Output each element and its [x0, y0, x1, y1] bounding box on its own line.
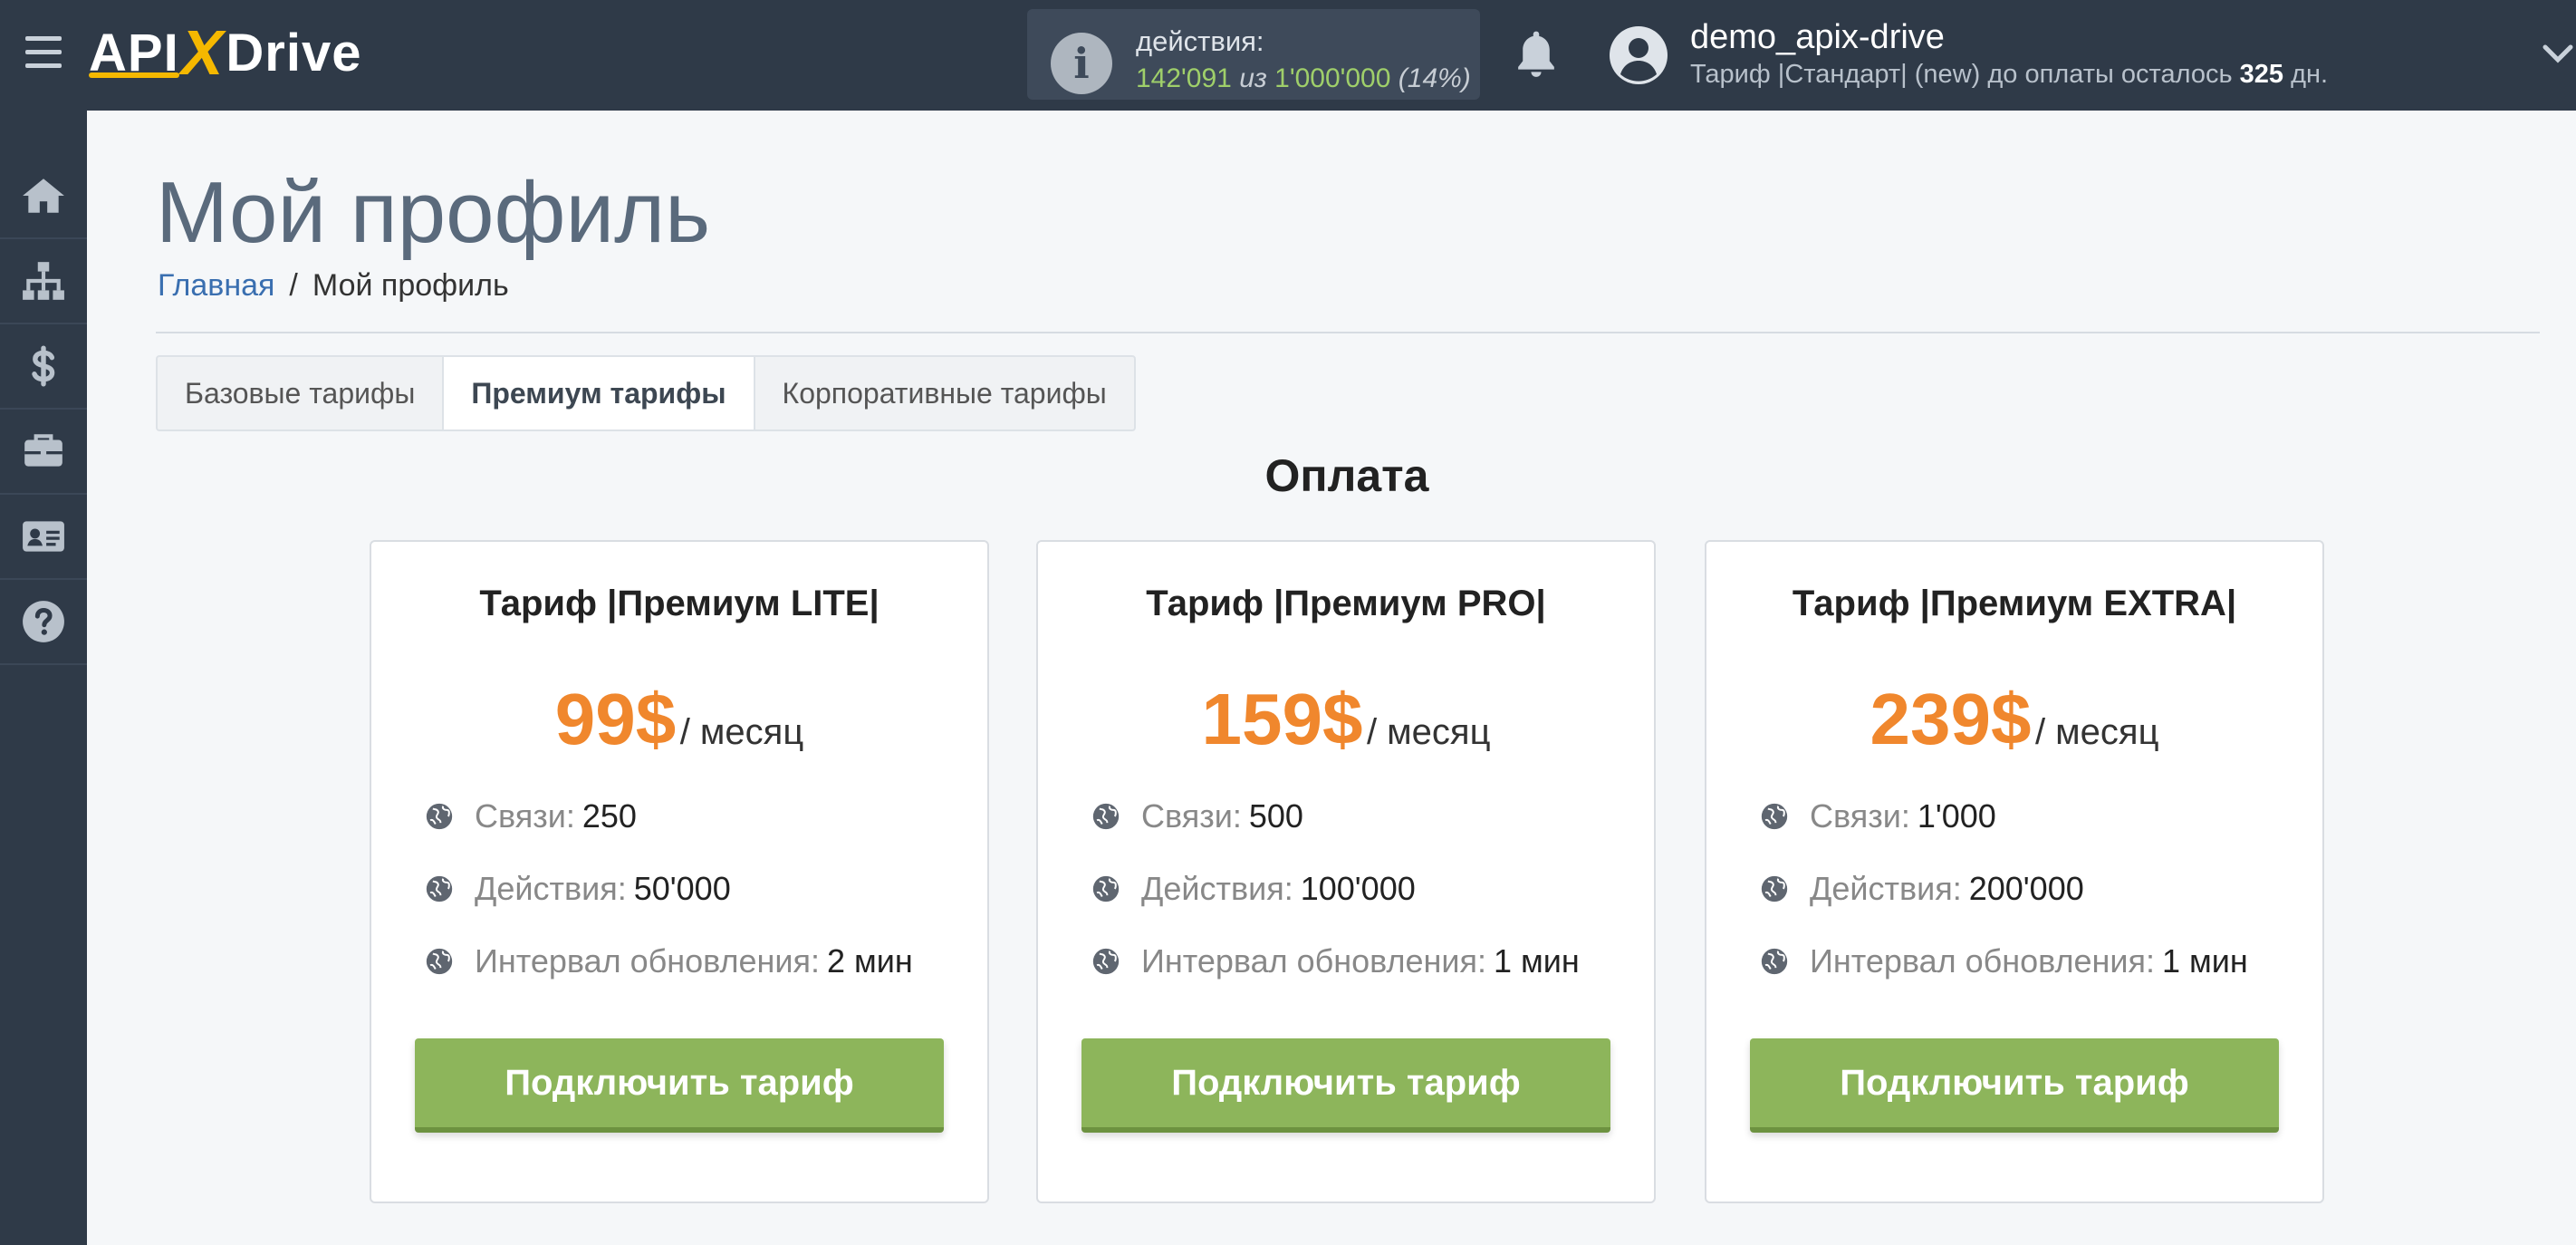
plan-days: 325: [2239, 60, 2284, 89]
globe-icon: [426, 875, 453, 902]
subscribe-lite-button[interactable]: Подключить тариф: [415, 1038, 944, 1133]
tab-premium-plans[interactable]: Премиум тарифы: [442, 355, 755, 431]
plan-card-lite: Тариф |Премиум LITE| 99$ / месяц Связи: …: [370, 540, 989, 1203]
sidebar-item-connections[interactable]: [0, 239, 87, 324]
subscribe-pro-button[interactable]: Подключить тариф: [1081, 1038, 1610, 1133]
actions-label: действия:: [1136, 25, 1264, 57]
breadcrumb: Главная / Мой профиль: [158, 268, 509, 304]
plan-prefix: Тариф |Стандарт| (new) до оплаты осталос…: [1690, 60, 2233, 89]
plan-title: Тариф |Премиум PRO|: [1146, 584, 1546, 623]
feature-label: Действия:: [1141, 870, 1293, 907]
breadcrumb-home-link[interactable]: Главная: [158, 268, 274, 303]
globe-icon: [426, 803, 453, 830]
sidebar-item-help[interactable]: [0, 580, 87, 665]
globe-icon: [1761, 875, 1788, 902]
feature-label: Интервал обновления:: [1810, 942, 2155, 980]
sidebar-item-home[interactable]: [0, 154, 87, 239]
feature-value: 100'000: [1300, 870, 1416, 907]
logo[interactable]: API X Drive: [89, 16, 361, 89]
logo-drive: Drive: [226, 23, 362, 82]
feature-interval: Интервал обновления: 1 мин: [1759, 942, 2248, 980]
menu-icon[interactable]: [25, 36, 62, 69]
plan-title: Тариф |Премиум EXTRA|: [1792, 584, 2237, 623]
globe-icon: [1092, 948, 1120, 975]
breadcrumb-current: Мой профиль: [312, 268, 509, 303]
dollar-icon: [32, 345, 55, 387]
plan-price: 159$: [1201, 679, 1363, 759]
plan-price: 99$: [554, 679, 677, 759]
plan-title: Тариф |Премиум LITE|: [479, 584, 879, 623]
feature-value: 500: [1248, 797, 1303, 835]
feature-value: 2 мин: [827, 942, 913, 980]
help-icon: [23, 601, 64, 642]
feature-label: Интервал обновления:: [475, 942, 820, 980]
feature-label: Интервал обновления:: [1141, 942, 1486, 980]
plan-period: / месяц: [1366, 712, 1491, 752]
plan-price-row: 99$ / месяц: [371, 678, 987, 761]
plan-card-pro: Тариф |Премиум PRO| 159$ / месяц Связи: …: [1036, 540, 1656, 1203]
sidebar-item-profile[interactable]: [0, 495, 87, 580]
divider: [156, 332, 2540, 333]
actions-used: 142'091: [1136, 63, 1232, 93]
feature-value: 1 мин: [2162, 942, 2248, 980]
plan-price: 239$: [1870, 679, 2032, 759]
feature-label: Действия:: [475, 870, 627, 907]
plan-period: / месяц: [2034, 712, 2159, 752]
feature-actions: Действия: 50'000: [424, 870, 731, 908]
feature-value: 1'000: [1917, 797, 1996, 835]
globe-icon: [1092, 803, 1120, 830]
feature-label: Связи:: [475, 797, 575, 835]
id-card-icon: [23, 521, 64, 552]
page-title: Мой профиль: [156, 164, 711, 261]
plan-suffix: дн.: [2291, 60, 2329, 89]
feature-label: Связи:: [1810, 797, 1910, 835]
feature-value: 1 мин: [1494, 942, 1580, 980]
section-title: Оплата: [1264, 450, 1429, 501]
subscribe-extra-button[interactable]: Подключить тариф: [1750, 1038, 2279, 1133]
sidebar: [0, 111, 87, 1245]
user-avatar-icon[interactable]: [1609, 25, 1668, 85]
actions-counter[interactable]: i действия: 142'091 из 1'000'000 (14%): [1027, 9, 1480, 100]
globe-icon: [1092, 875, 1120, 902]
feature-value: 250: [582, 797, 637, 835]
feature-connections: Связи: 1'000: [1759, 797, 1996, 835]
feature-connections: Связи: 250: [424, 797, 637, 835]
actions-total: 1'000'000: [1274, 63, 1391, 93]
info-icon: i: [1051, 33, 1112, 94]
plan-period: / месяц: [679, 712, 804, 752]
feature-actions: Действия: 200'000: [1759, 870, 2084, 908]
chevron-down-icon[interactable]: [2542, 40, 2574, 67]
logo-x: X: [180, 17, 225, 88]
plan-card-extra: Тариф |Премиум EXTRA| 239$ / месяц Связи…: [1705, 540, 2324, 1203]
feature-value: 50'000: [633, 870, 731, 907]
home-icon: [23, 179, 64, 213]
plan-info: Тариф |Стандарт| (new) до оплаты осталос…: [1690, 60, 2328, 90]
feature-connections: Связи: 500: [1091, 797, 1303, 835]
globe-icon: [1761, 803, 1788, 830]
tab-corporate-plans[interactable]: Корпоративные тарифы: [753, 355, 1136, 431]
feature-value: 200'000: [1968, 870, 2084, 907]
bell-icon[interactable]: [1511, 27, 1562, 82]
plan-price-row: 239$ / месяц: [1706, 678, 2322, 761]
feature-label: Действия:: [1810, 870, 1962, 907]
breadcrumb-separator: /: [289, 268, 298, 303]
actions-percent: (14%): [1398, 63, 1471, 93]
top-bar: API X Drive i действия: 142'091 из 1'000'0…: [0, 0, 2576, 111]
actions-value: 142'091 из 1'000'000 (14%): [1136, 63, 1471, 94]
plan-tabs: Базовые тарифы Премиум тарифы Корпоратив…: [156, 355, 1136, 431]
actions-separator: из: [1239, 63, 1267, 93]
globe-icon: [1761, 948, 1788, 975]
logo-api: API: [89, 23, 179, 82]
feature-label: Связи:: [1141, 797, 1242, 835]
username[interactable]: demo_apix-drive: [1690, 18, 1945, 57]
feature-interval: Интервал обновления: 2 мин: [424, 942, 913, 980]
feature-actions: Действия: 100'000: [1091, 870, 1416, 908]
sidebar-item-billing[interactable]: [0, 324, 87, 410]
sitemap-icon: [23, 262, 64, 300]
globe-icon: [426, 948, 453, 975]
plan-price-row: 159$ / месяц: [1038, 678, 1654, 761]
feature-interval: Интервал обновления: 1 мин: [1091, 942, 1580, 980]
tab-basic-plans[interactable]: Базовые тарифы: [156, 355, 445, 431]
